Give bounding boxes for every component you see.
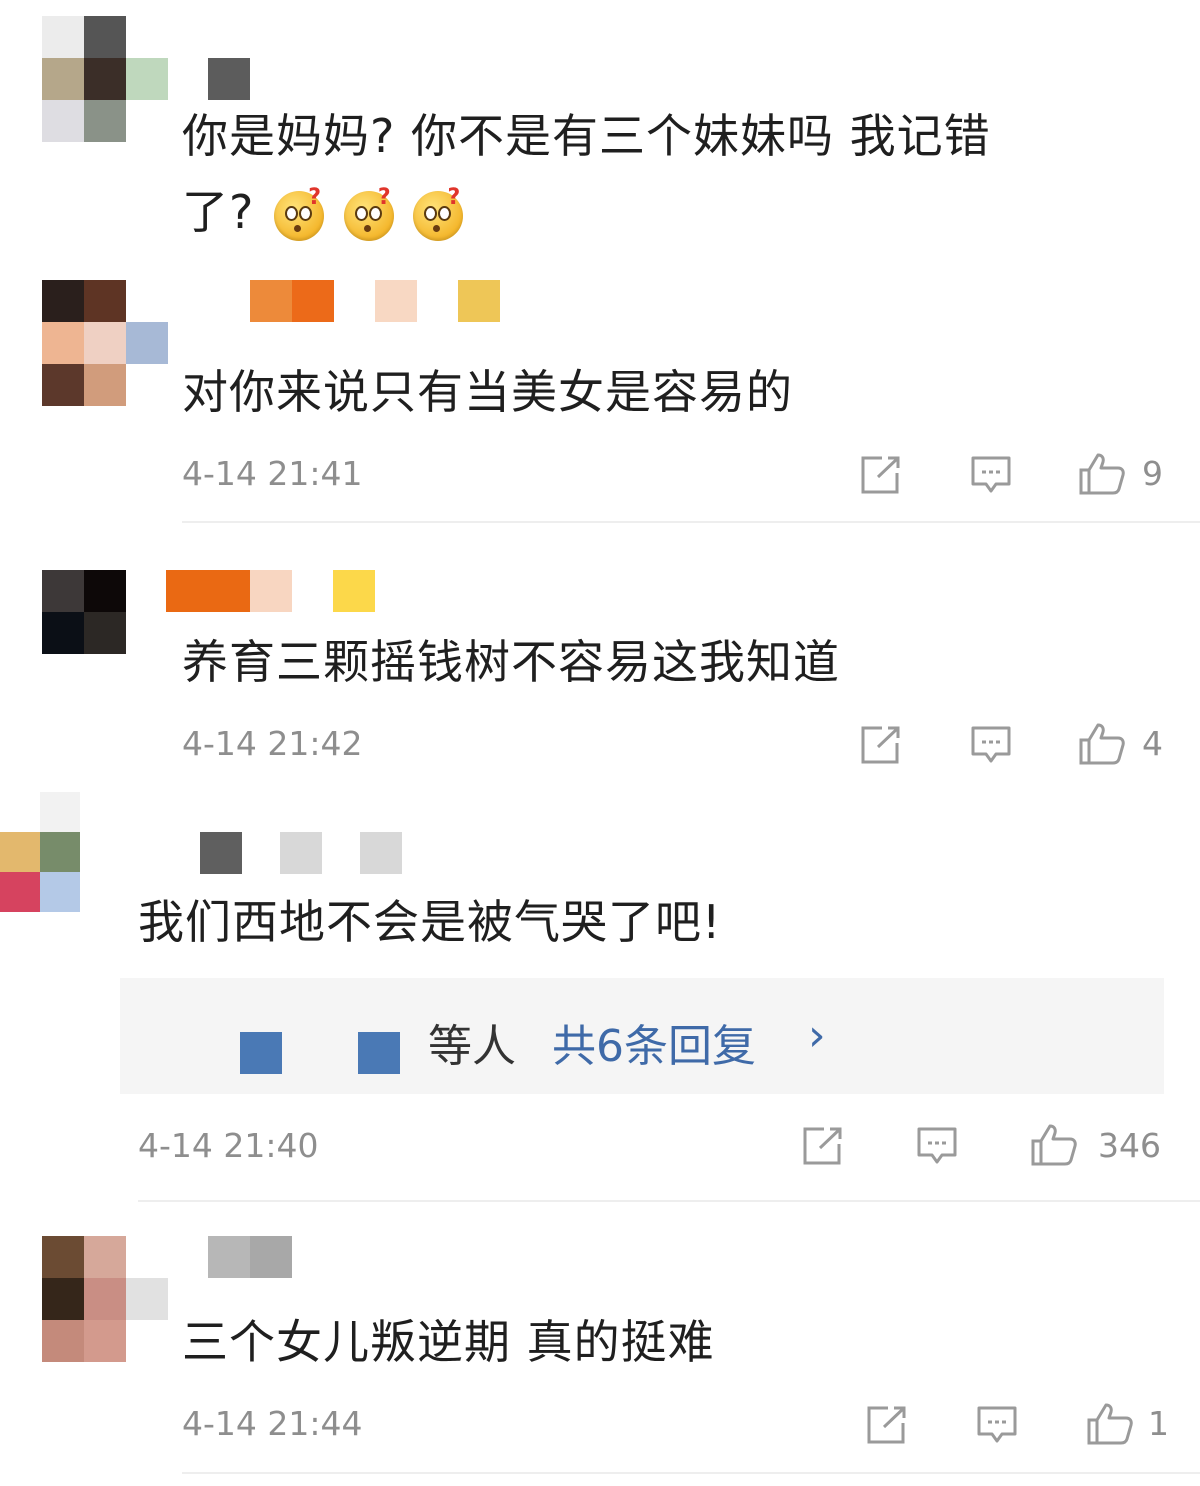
username-redacted-block xyxy=(250,570,292,612)
share-icon[interactable] xyxy=(802,1126,844,1166)
like-count: 1 xyxy=(1148,1404,1169,1443)
like-count: 9 xyxy=(1142,454,1163,493)
avatar[interactable] xyxy=(42,570,126,654)
username-redacted-block xyxy=(375,280,417,322)
username-redacted[interactable] xyxy=(250,280,292,322)
share-icon[interactable] xyxy=(860,455,902,495)
username-redacted-block xyxy=(292,280,334,322)
username-redacted[interactable] xyxy=(200,832,242,874)
username-redacted-block xyxy=(333,570,375,612)
username-redacted-block xyxy=(250,1236,292,1278)
chevron-right-icon[interactable]: › xyxy=(808,1010,826,1061)
avatar[interactable] xyxy=(42,1236,168,1362)
timestamp: 4-14 21:44 xyxy=(182,1404,363,1443)
share-icon[interactable] xyxy=(860,725,902,765)
thinking-face-icon: ? xyxy=(274,186,325,241)
thumbs-up-icon[interactable] xyxy=(1030,1123,1078,1167)
username-redacted-block xyxy=(458,280,500,322)
username-redacted[interactable] xyxy=(208,58,250,100)
thumbs-up-icon[interactable] xyxy=(1086,1402,1134,1446)
share-icon[interactable] xyxy=(866,1405,908,1445)
username-redacted[interactable] xyxy=(208,1236,250,1278)
divider xyxy=(182,1472,1200,1474)
reply-user-redacted xyxy=(240,1032,282,1074)
like-count: 4 xyxy=(1142,724,1163,763)
username-redacted-block xyxy=(280,832,322,874)
timestamp: 4-14 21:40 xyxy=(138,1126,319,1165)
reply-user-redacted xyxy=(358,1032,400,1074)
like-count: 346 xyxy=(1098,1126,1161,1165)
comment-icon[interactable] xyxy=(970,455,1012,495)
view-replies-link[interactable]: 共6条回复 xyxy=(552,1010,756,1074)
timestamp: 4-14 21:42 xyxy=(182,724,363,763)
avatar[interactable] xyxy=(42,16,168,142)
thinking-face-icon: ? xyxy=(343,186,394,241)
divider xyxy=(182,521,1200,523)
comment-text: 了? xyxy=(182,185,255,239)
comment-text: 养育三颗摇钱树不容易这我知道 xyxy=(182,635,840,689)
thinking-face-icon: ? xyxy=(413,186,464,241)
comment-icon[interactable] xyxy=(976,1405,1018,1445)
comment-text: 对你来说只有当美女是容易的 xyxy=(182,365,793,419)
timestamp: 4-14 21:41 xyxy=(182,454,363,493)
comment-icon[interactable] xyxy=(916,1126,958,1166)
reply-users-suffix: 等人 xyxy=(428,1021,516,1072)
username-redacted[interactable] xyxy=(166,570,250,612)
comment-text: 三个女儿叛逆期 真的挺难 xyxy=(182,1315,715,1369)
thumbs-up-icon[interactable] xyxy=(1078,722,1126,766)
comment-text: 我们西地不会是被气哭了吧! xyxy=(138,895,722,949)
avatar[interactable] xyxy=(42,280,168,406)
username-redacted-block xyxy=(360,832,402,874)
avatar[interactable] xyxy=(0,792,80,912)
divider xyxy=(138,1200,1200,1202)
comment-icon[interactable] xyxy=(970,725,1012,765)
comment-text: 你是妈妈? 你不是有三个妹妹吗 我记错 xyxy=(182,109,991,163)
thumbs-up-icon[interactable] xyxy=(1078,452,1126,496)
